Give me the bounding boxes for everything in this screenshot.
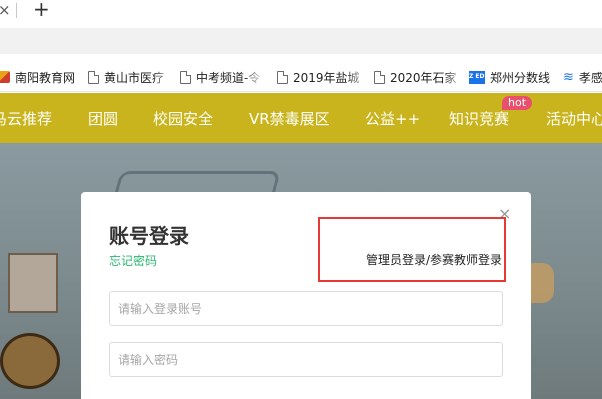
nav-item-charity[interactable]: 公益++ — [365, 108, 420, 129]
bookmark-item[interactable]: 黄山市医疗 — [88, 68, 174, 86]
bookmark-label: 中考频道-令 — [196, 70, 261, 85]
bookmark-label: 黄山市医疗 — [104, 70, 165, 85]
close-icon[interactable]: × — [498, 206, 511, 222]
nanyang-logo-icon — [0, 71, 10, 83]
nav-item-campus-safety[interactable]: 校园安全 — [153, 108, 213, 129]
bookmark-label: 2020年石家 — [390, 70, 457, 85]
bookmark-label: 郑州分数线 — [490, 70, 551, 85]
bookmark-label: 孝感 — [578, 70, 602, 85]
wave-icon: ≋ — [563, 69, 574, 85]
tab-separator — [16, 3, 17, 18]
page-icon — [180, 70, 191, 84]
nav-item-recommend[interactable]: 马云推荐 — [0, 108, 52, 129]
hot-badge: hot — [502, 96, 533, 110]
password-input[interactable] — [109, 342, 503, 377]
nav-item-vr-exhibit[interactable]: VR禁毒展区 — [249, 108, 330, 129]
new-tab-icon[interactable]: + — [33, 0, 50, 20]
bookmark-item[interactable]: ≋ 孝感 — [563, 68, 602, 86]
page-icon — [374, 70, 385, 84]
browser-tab-strip: × + — [0, 0, 602, 24]
account-input[interactable] — [109, 291, 503, 326]
admin-teacher-login-link[interactable]: 管理员登录/参赛教师登录 — [366, 251, 502, 268]
forgot-password-link[interactable]: 忘记密码 — [109, 252, 157, 269]
banner-decoration — [0, 333, 60, 389]
address-input[interactable] — [0, 28, 602, 54]
tab-close-icon[interactable]: × — [0, 0, 11, 20]
bookmark-label: 南阳教育网 — [15, 70, 76, 85]
bookmark-item[interactable]: 中考频道-令 — [180, 68, 264, 86]
address-bar-area — [0, 24, 602, 62]
nav-item-quiz[interactable]: 知识竞赛 — [449, 108, 509, 129]
bookmark-item[interactable]: ZZ EDU 郑州分数线 — [465, 68, 551, 86]
page-icon — [88, 70, 99, 84]
site-nav-bar: 马云推荐 团圆 校园安全 VR禁毒展区 公益++ 知识竞赛 hot 活动中心 — [0, 93, 602, 143]
modal-title: 账号登录 — [109, 224, 189, 248]
bookmark-label: 2019年盐城 — [293, 70, 360, 85]
bookmark-item[interactable]: 南阳教育网 — [0, 68, 75, 86]
nav-item-activity-center[interactable]: 活动中心 — [546, 108, 602, 129]
login-modal: × 账号登录 忘记密码 管理员登录/参赛教师登录 — [81, 192, 531, 399]
page-icon — [277, 70, 288, 84]
edu-logo-icon: ZZ EDU — [465, 70, 489, 84]
nav-item-reunion[interactable]: 团圆 — [88, 108, 118, 129]
banner-decoration — [8, 253, 58, 313]
bookmark-item[interactable]: 2020年石家 — [374, 68, 466, 86]
bookmarks-bar: 南阳教育网 黄山市医疗 中考频道-令 2019年盐城 2020年石家 ZZ ED… — [0, 62, 602, 92]
bookmark-item[interactable]: 2019年盐城 — [277, 68, 369, 86]
